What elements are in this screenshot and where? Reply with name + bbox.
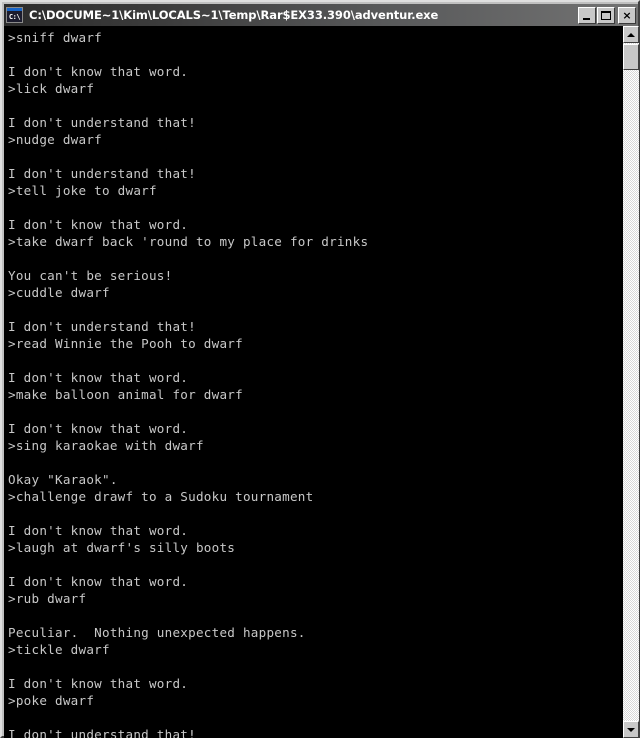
console-line: >lick dwarf xyxy=(8,81,95,96)
console-line: >read Winnie the Pooh to dwarf xyxy=(8,336,243,351)
console-line: I don't know that word. xyxy=(8,64,189,79)
console-line: >tell joke to dwarf xyxy=(8,183,157,198)
window-title: C:\DOCUME~1\Kim\LOCALS~1\Temp\Rar$EX33.3… xyxy=(29,8,439,22)
console-line: >sing karaokae with dwarf xyxy=(8,438,204,453)
scroll-up-button[interactable] xyxy=(623,26,639,43)
up-arrow-icon xyxy=(627,32,635,37)
console-line: I don't know that word. xyxy=(8,523,189,538)
console-line: >cuddle dwarf xyxy=(8,285,110,300)
console-line: Peculiar. Nothing unexpected happens. xyxy=(8,625,306,640)
console-line: >tickle dwarf xyxy=(8,642,110,657)
console-window: C:\ C:\DOCUME~1\Kim\LOCALS~1\Temp\Rar$EX… xyxy=(0,0,640,738)
console-line: >poke dwarf xyxy=(8,693,95,708)
console-line: I don't know that word. xyxy=(8,370,189,385)
console-line: I don't know that word. xyxy=(8,421,189,436)
scrollbar-thumb[interactable] xyxy=(623,44,639,70)
scrollbar-track[interactable] xyxy=(623,43,639,721)
console-line: You can't be serious! xyxy=(8,268,173,283)
console-line: >laugh at dwarf's silly boots xyxy=(8,540,236,555)
console-text: >sniff dwarf I don't know that word. >lick… xyxy=(8,29,622,738)
console-line: >make balloon animal for dwarf xyxy=(8,387,243,402)
console-line: >rub dwarf xyxy=(8,591,87,606)
close-button[interactable]: × xyxy=(618,6,636,24)
console-line: >take dwarf back 'round to my place for … xyxy=(8,234,369,249)
title-bar[interactable]: C:\ C:\DOCUME~1\Kim\LOCALS~1\Temp\Rar$EX… xyxy=(4,4,638,26)
console-line: >challenge drawf to a Sudoku tournament xyxy=(8,489,314,504)
console-line: I don't know that word. xyxy=(8,217,189,232)
icon-prompt-glyph: C:\ xyxy=(8,13,21,21)
console-line: >sniff dwarf xyxy=(8,30,102,45)
console-client-area: >sniff dwarf I don't know that word. >lick… xyxy=(4,26,639,738)
close-icon: × xyxy=(622,8,632,22)
console-line: >nudge dwarf xyxy=(8,132,102,147)
console-output-pane[interactable]: >sniff dwarf I don't know that word. >lick… xyxy=(4,26,622,738)
console-line: I don't understand that! xyxy=(8,166,196,181)
minimize-button[interactable] xyxy=(578,6,596,24)
console-line: I don't know that word. xyxy=(8,574,189,589)
maximize-icon xyxy=(601,10,611,20)
minimize-icon xyxy=(583,17,590,20)
scroll-down-button[interactable] xyxy=(623,721,639,738)
console-app-icon[interactable]: C:\ xyxy=(6,7,23,23)
console-line: I don't understand that! xyxy=(8,727,196,738)
console-line: Okay "Karaok". xyxy=(8,472,118,487)
vertical-scrollbar[interactable] xyxy=(622,26,639,738)
console-line: I don't understand that! xyxy=(8,115,196,130)
console-line: I don't know that word. xyxy=(8,676,189,691)
down-arrow-icon xyxy=(627,727,635,732)
maximize-button[interactable] xyxy=(597,6,615,24)
console-line: I don't understand that! xyxy=(8,319,196,334)
